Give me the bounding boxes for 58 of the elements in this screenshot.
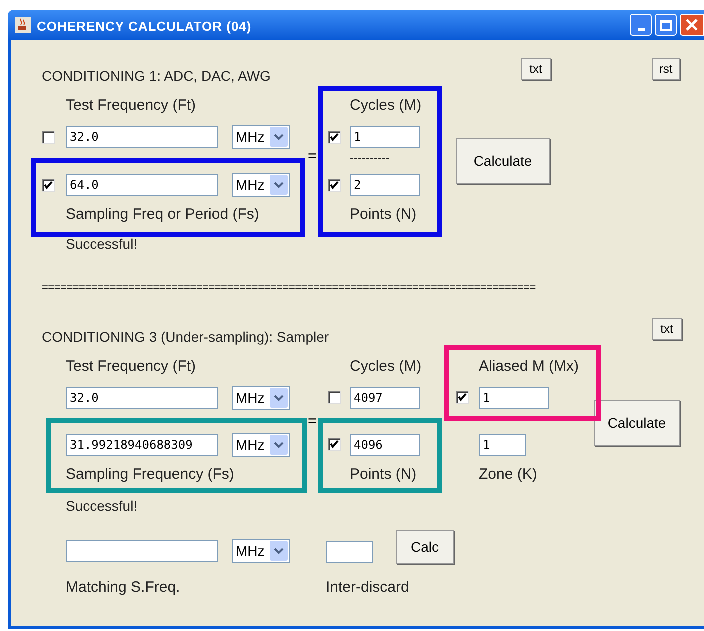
input-field[interactable]: 31.99218940688309 — [66, 434, 218, 456]
field-label: Points (N) — [350, 465, 417, 485]
input-field[interactable]: 4096 — [350, 434, 420, 456]
input-field[interactable] — [66, 540, 218, 562]
field-label: Sampling Frequency (Fs) — [66, 465, 234, 485]
window-title: COHERENCY CALCULATOR (04) — [37, 18, 252, 36]
checkbox[interactable] — [42, 131, 55, 144]
close-icon — [686, 19, 698, 31]
field-label: Test Frequency (Ft) — [66, 96, 196, 116]
unit-dropdown[interactable]: MHz — [232, 125, 290, 149]
unit-dropdown[interactable]: MHz — [232, 173, 290, 197]
field-label: Zone (K) — [479, 465, 538, 485]
equals-sign: = — [308, 147, 317, 167]
field-label: Aliased M (Mx) — [479, 357, 580, 377]
input-field[interactable]: 4097 — [350, 387, 420, 409]
input-field[interactable]: 1 — [479, 434, 526, 456]
unit-dropdown[interactable]: MHz — [232, 386, 290, 410]
fraction-line: ---------- — [350, 150, 390, 167]
checkbox[interactable] — [328, 391, 341, 404]
input-field[interactable]: 1 — [479, 387, 549, 409]
status-text: Successful! — [66, 235, 138, 254]
section-heading: CONDITIONING 3 (Under-sampling): Sampler — [42, 328, 330, 347]
checkbox[interactable] — [328, 179, 341, 192]
maximize-icon — [660, 20, 672, 30]
field-label: Points (N) — [350, 205, 417, 225]
close-button[interactable] — [680, 14, 704, 36]
input-field[interactable]: 1 — [350, 126, 420, 148]
field-label: Cycles (M) — [350, 357, 422, 377]
reset-button[interactable]: rst — [652, 58, 680, 80]
calculate-button[interactable]: Calculate — [456, 138, 550, 184]
section-heading: CONDITIONING 1: ADC, DAC, AWG — [42, 67, 271, 86]
checkbox[interactable] — [42, 179, 55, 192]
input-field[interactable]: 32.0 — [66, 126, 218, 148]
checkbox[interactable] — [456, 391, 469, 404]
unit-dropdown[interactable]: MHz — [232, 539, 290, 563]
calculate-button[interactable]: Calculate — [594, 400, 680, 446]
status-text: Successful! — [66, 497, 138, 516]
minimize-icon — [638, 28, 644, 31]
txt-button[interactable]: txt — [652, 318, 682, 340]
equals-sign: = — [308, 412, 317, 432]
field-label: Matching S.Freq. — [66, 578, 180, 598]
field-label: Sampling Freq or Period (Fs) — [66, 205, 260, 225]
input-field[interactable] — [326, 541, 373, 563]
field-label: Inter-discard — [326, 578, 410, 598]
java-cup-icon — [15, 17, 31, 33]
field-label: Test Frequency (Ft) — [66, 357, 196, 377]
input-field[interactable]: 32.0 — [66, 387, 218, 409]
minimize-button[interactable] — [630, 14, 652, 36]
separator-line: ================================================================================ — [42, 281, 536, 296]
calc-button[interactable]: Calc — [396, 530, 454, 564]
field-label: Cycles (M) — [350, 96, 422, 116]
maximize-button[interactable] — [655, 14, 677, 36]
checkbox[interactable] — [328, 438, 341, 451]
input-field[interactable]: 2 — [350, 174, 420, 196]
input-field[interactable]: 64.0 — [66, 174, 218, 196]
checkbox[interactable] — [328, 131, 341, 144]
txt-button[interactable]: txt — [521, 58, 551, 80]
unit-dropdown[interactable]: MHz — [232, 433, 290, 457]
